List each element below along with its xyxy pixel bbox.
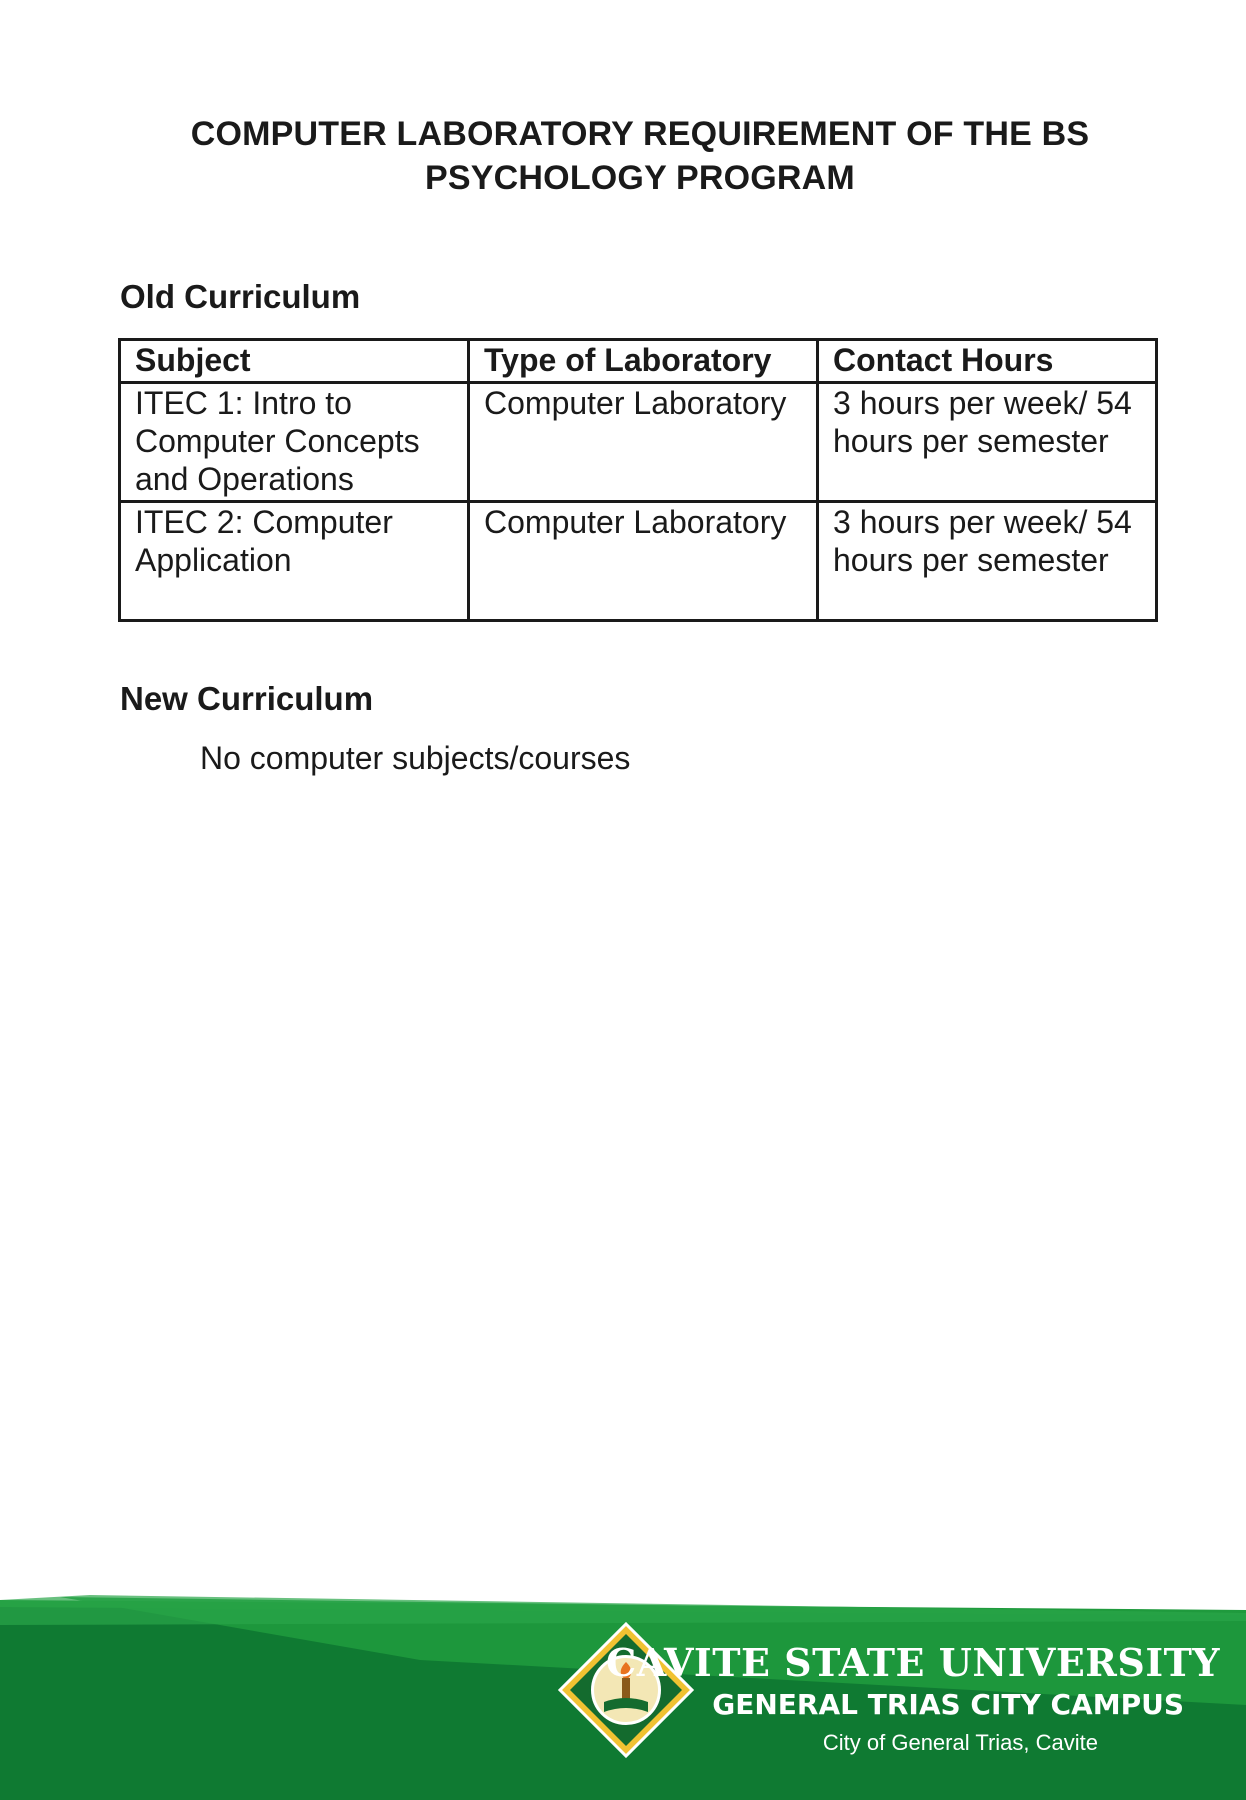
title-line-1: COMPUTER LABORATORY REQUIREMENT OF THE B… <box>190 115 1090 153</box>
cell-subject: ITEC 1: Intro to Computer Concepts and O… <box>118 381 470 503</box>
cell-lab-type: Computer Laboratory <box>467 381 819 503</box>
new-curriculum-text: No computer subjects/courses <box>200 740 631 776</box>
university-name: CAVITE STATE UNIVERSITY <box>605 1640 1220 1685</box>
table-row: ITEC 2: Computer Application Computer La… <box>118 500 1158 622</box>
cell-contact-hours: 3 hours per week/ 54 hours per semester <box>816 381 1158 503</box>
page-title: COMPUTER LABORATORY REQUIREMENT OF THE B… <box>0 112 1246 200</box>
header-lab-type: Type of Laboratory <box>467 338 819 384</box>
title-line-2: PSYCHOLOGY PROGRAM <box>425 159 855 197</box>
table-header-row: Subject Type of Laboratory Contact Hours <box>118 338 1158 384</box>
table-row: ITEC 1: Intro to Computer Concepts and O… <box>118 381 1158 503</box>
campus-name: GENERAL TRIAS CITY CAMPUS <box>712 1688 1184 1721</box>
old-curriculum-heading: Old Curriculum <box>120 278 361 315</box>
cell-lab-type: Computer Laboratory <box>467 500 819 622</box>
cell-subject: ITEC 2: Computer Application <box>118 500 470 622</box>
new-curriculum-heading: New Curriculum <box>120 680 374 717</box>
old-curriculum-table: Subject Type of Laboratory Contact Hours… <box>118 338 1158 622</box>
header-subject: Subject <box>118 338 470 384</box>
campus-city: City of General Trias, Cavite <box>822 1730 1098 1755</box>
header-contact-hours: Contact Hours <box>816 338 1158 384</box>
cell-contact-hours: 3 hours per week/ 54 hours per semester <box>816 500 1158 622</box>
